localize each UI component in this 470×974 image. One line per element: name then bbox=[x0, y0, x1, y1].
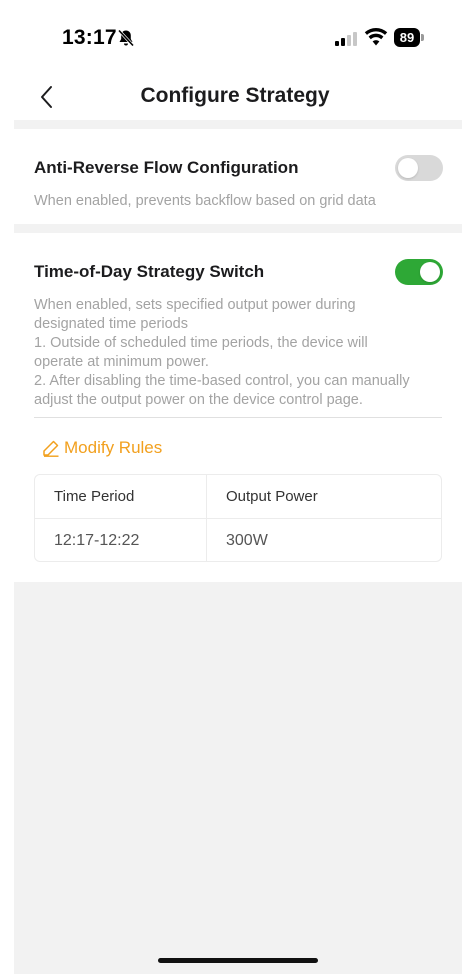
modify-rules-button[interactable]: Modify Rules bbox=[42, 437, 162, 459]
section-separator bbox=[14, 120, 462, 129]
modify-rules-label: Modify Rules bbox=[64, 438, 163, 457]
status-time: 13:17 bbox=[62, 26, 117, 49]
home-indicator[interactable] bbox=[158, 958, 318, 963]
pencil-icon bbox=[43, 440, 59, 457]
section-separator bbox=[14, 224, 462, 233]
table-header-row: Time Period Output Power bbox=[35, 475, 441, 519]
toggle-knob bbox=[398, 158, 418, 178]
time-of-day-description: When enabled, sets specified output powe… bbox=[34, 296, 444, 410]
time-of-day-title: Time-of-Day Strategy Switch bbox=[34, 262, 265, 281]
battery-cap bbox=[421, 34, 424, 41]
description-line: 2. After disabling the time-based contro… bbox=[34, 373, 410, 389]
description-line: designated time periods bbox=[34, 316, 188, 332]
empty-area bbox=[14, 582, 462, 974]
table-row: 12:17-12:22 300W bbox=[35, 519, 441, 562]
anti-reverse-toggle[interactable] bbox=[395, 155, 443, 181]
column-header-output-power: Output Power bbox=[226, 488, 318, 505]
toggle-knob bbox=[420, 262, 440, 282]
schedule-table: Time Period Output Power 12:17-12:22 300… bbox=[34, 474, 442, 562]
anti-reverse-title: Anti-Reverse Flow Configuration bbox=[34, 158, 299, 177]
battery-level: 89 bbox=[394, 28, 420, 47]
anti-reverse-description: When enabled, prevents backflow based on… bbox=[34, 193, 376, 209]
description-line: When enabled, sets specified output powe… bbox=[34, 297, 356, 313]
divider bbox=[34, 417, 442, 418]
cellular-signal-icon bbox=[335, 31, 359, 46]
status-bar: 13:17 89 bbox=[0, 0, 470, 72]
battery-icon: 89 bbox=[394, 28, 424, 47]
description-line: adjust the output power on the device co… bbox=[34, 392, 363, 408]
bell-off-icon bbox=[116, 28, 136, 48]
time-of-day-toggle[interactable] bbox=[395, 259, 443, 285]
column-header-time-period: Time Period bbox=[35, 475, 207, 518]
description-line: operate at minimum power. bbox=[34, 354, 209, 370]
output-power-cell: 300W bbox=[226, 531, 268, 549]
time-period-cell: 12:17-12:22 bbox=[35, 519, 207, 562]
description-line: 1. Outside of scheduled time periods, th… bbox=[34, 335, 368, 351]
page-title: Configure Strategy bbox=[140, 84, 330, 107]
wifi-icon bbox=[364, 27, 388, 46]
